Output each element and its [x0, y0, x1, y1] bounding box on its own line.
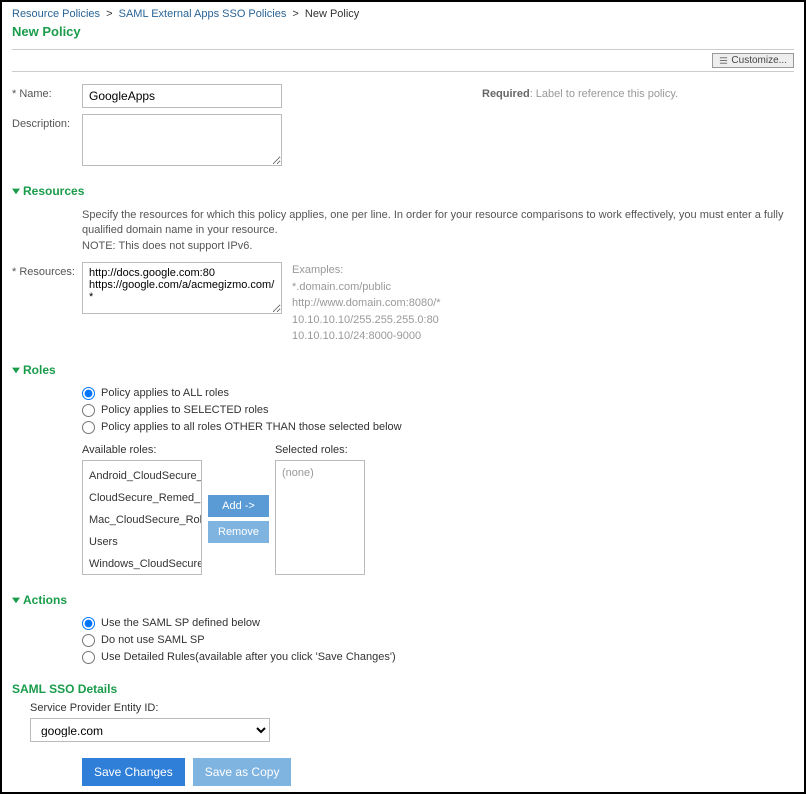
- chevron-down-icon: [12, 187, 20, 195]
- available-roles-list[interactable]: Android_CloudSecure_Role CloudSecure_Rem…: [82, 460, 202, 575]
- add-role-button[interactable]: Add ->: [208, 495, 269, 517]
- sp-entity-id-label: Service Provider Entity ID:: [30, 702, 794, 714]
- chevron-down-icon: [12, 596, 20, 604]
- breadcrumb: Resource Policies > SAML External Apps S…: [12, 8, 794, 20]
- page-title: New Policy: [12, 24, 794, 39]
- breadcrumb-link-1[interactable]: Resource Policies: [12, 8, 100, 20]
- chevron-down-icon: [12, 366, 20, 374]
- selected-roles-placeholder: (none): [278, 465, 362, 481]
- description-textarea[interactable]: [82, 114, 282, 166]
- saml-sso-details-header: SAML SSO Details: [12, 682, 794, 696]
- action-radio-no-sp[interactable]: Do not use SAML SP: [82, 634, 794, 647]
- roles-radio-selected[interactable]: Policy applies to SELECTED roles: [82, 404, 794, 417]
- customize-button[interactable]: Customize...: [712, 53, 794, 68]
- available-roles-label: Available roles:: [82, 444, 202, 456]
- section-roles[interactable]: Roles: [12, 363, 794, 377]
- list-item[interactable]: Windows_CloudSecure_Role: [85, 553, 199, 575]
- required-note: Required: Label to reference this policy…: [482, 84, 678, 108]
- save-changes-button[interactable]: Save Changes: [82, 758, 185, 786]
- resources-help: Specify the resources for which this pol…: [82, 208, 794, 254]
- breadcrumb-link-2[interactable]: SAML External Apps SSO Policies: [119, 8, 287, 20]
- customize-bar: Customize...: [12, 49, 794, 72]
- resources-examples: Examples: *.domain.com/public http://www…: [292, 262, 441, 345]
- list-item[interactable]: Mac_CloudSecure_Role: [85, 509, 199, 531]
- roles-radio-all[interactable]: Policy applies to ALL roles: [82, 387, 794, 400]
- resources-label: * Resources:: [12, 262, 82, 345]
- roles-radio-group: Policy applies to ALL roles Policy appli…: [82, 387, 794, 434]
- list-item[interactable]: Android_CloudSecure_Role: [85, 465, 199, 487]
- section-resources[interactable]: Resources: [12, 184, 794, 198]
- action-radio-detailed[interactable]: Use Detailed Rules(available after you c…: [82, 651, 794, 664]
- resources-textarea[interactable]: http://docs.google.com:80 https://google…: [82, 262, 282, 314]
- sp-entity-id-select[interactable]: google.com: [30, 718, 270, 742]
- breadcrumb-current: New Policy: [305, 8, 359, 20]
- actions-radio-group: Use the SAML SP defined below Do not use…: [82, 617, 794, 664]
- section-actions[interactable]: Actions: [12, 593, 794, 607]
- selected-roles-label: Selected roles:: [275, 444, 365, 456]
- selected-roles-list[interactable]: (none): [275, 460, 365, 575]
- save-as-copy-button[interactable]: Save as Copy: [193, 758, 292, 786]
- list-item[interactable]: CloudSecure_Remed_Role: [85, 487, 199, 509]
- name-input[interactable]: [82, 84, 282, 108]
- action-radio-use-sp[interactable]: Use the SAML SP defined below: [82, 617, 794, 630]
- name-label: * Name:: [12, 84, 82, 108]
- list-icon: [719, 56, 728, 65]
- list-item[interactable]: Users: [85, 531, 199, 553]
- roles-radio-other[interactable]: Policy applies to all roles OTHER THAN t…: [82, 421, 794, 434]
- description-label: Description:: [12, 114, 82, 166]
- remove-role-button[interactable]: Remove: [208, 521, 269, 543]
